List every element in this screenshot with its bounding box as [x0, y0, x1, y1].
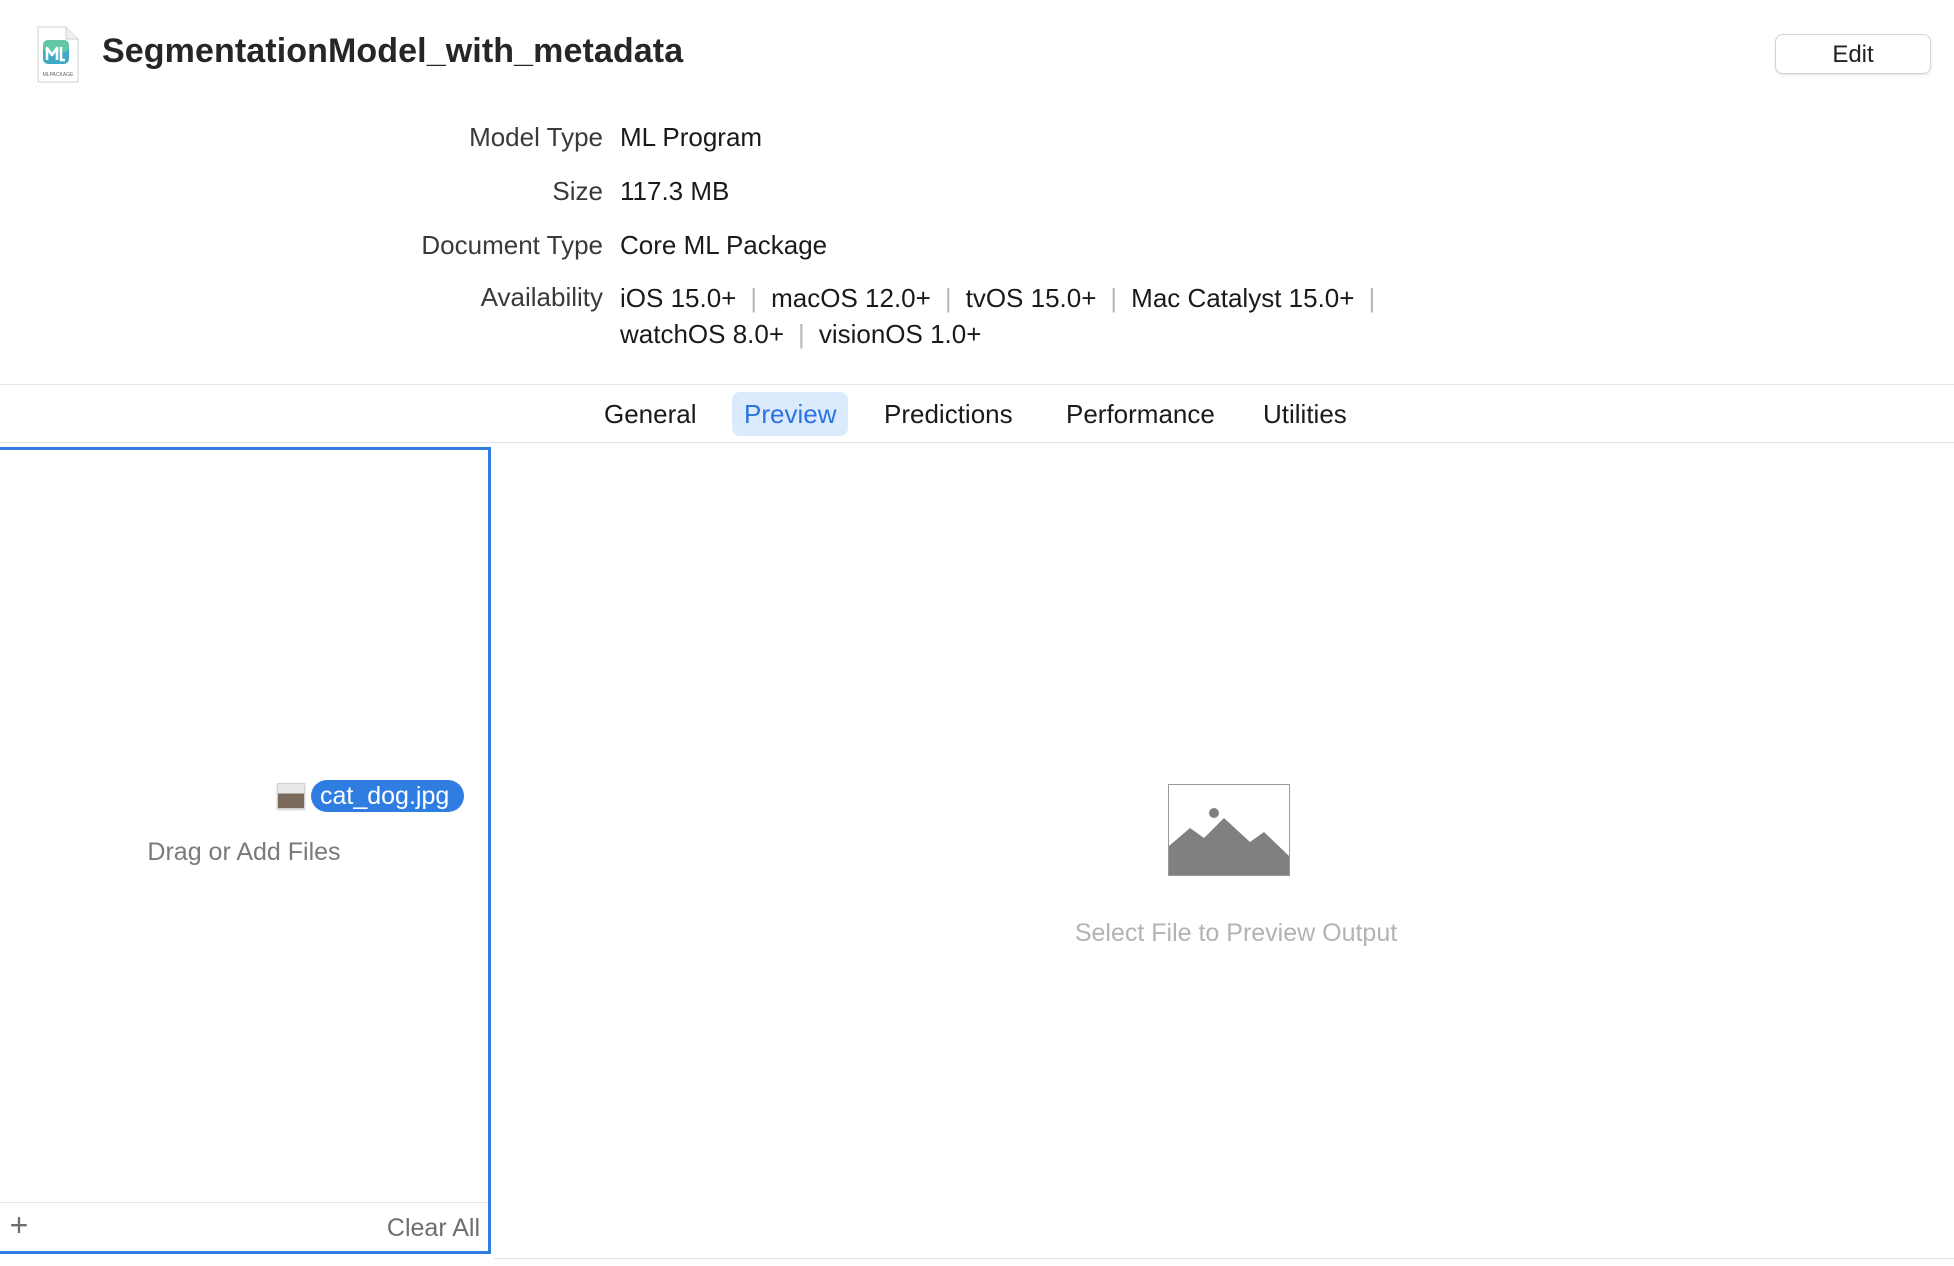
divider — [0, 384, 1954, 385]
header: MLPACKAGE SegmentationModel_with_metadat… — [0, 0, 1954, 110]
availability-line-2: watchOS 8.0+ | visionOS 1.0+ — [620, 316, 1389, 352]
platform-tvos: tvOS 15.0+ — [965, 283, 1097, 313]
model-type-value: ML Program — [620, 122, 763, 152]
availability-value: iOS 15.0+ | macOS 12.0+ | tvOS 15.0+ | Mac Cat… — [620, 280, 1389, 352]
separator: | — [1110, 283, 1118, 313]
platform-visionos: visionOS 1.0+ — [818, 319, 982, 349]
tab-predictions[interactable]: Predictions — [872, 392, 1025, 436]
divider — [0, 1202, 488, 1203]
size-label: Size — [552, 176, 603, 206]
size-value: 117.3 MB — [620, 176, 730, 206]
drop-hint: Drag or Add Files — [147, 838, 341, 866]
divider — [494, 1258, 1954, 1259]
tab-bar: General Preview Predictions Performance … — [0, 392, 1954, 438]
platform-ios: iOS 15.0+ — [620, 283, 737, 313]
document-title: SegmentationModel_with_metadata — [102, 32, 684, 70]
tab-performance[interactable]: Performance — [1054, 392, 1227, 436]
separator: | — [750, 283, 758, 313]
divider — [0, 442, 1954, 443]
tab-general[interactable]: General — [592, 392, 709, 436]
model-type-label: Model Type — [469, 122, 603, 152]
model-viewer-window: MLPACKAGE SegmentationModel_with_metadat… — [0, 0, 1954, 1266]
platform-watchos: watchOS 8.0+ — [620, 319, 785, 349]
platform-macos: macOS 12.0+ — [771, 283, 931, 313]
tab-preview[interactable]: Preview — [732, 392, 849, 436]
tab-utilities[interactable]: Utilities — [1251, 392, 1359, 436]
preview-placeholder-text: Select File to Preview Output — [1074, 919, 1398, 947]
image-thumbnail-icon — [277, 783, 305, 809]
availability-label: Availability — [480, 282, 603, 312]
dragged-file-chip[interactable]: cat_dog.jpg — [277, 779, 465, 813]
separator: | — [1368, 283, 1376, 313]
platform-mac-catalyst: Mac Catalyst 15.0+ — [1131, 283, 1355, 313]
document-type-value: Core ML Package — [620, 230, 828, 260]
file-icon-caption: MLPACKAGE — [43, 72, 74, 78]
separator: | — [798, 319, 805, 349]
clear-all-button[interactable]: Clear All — [387, 1214, 480, 1243]
dragged-file-name: cat_dog.jpg — [311, 780, 465, 812]
file-drop-zone[interactable]: cat_dog.jpg Drag or Add Files + Clear Al… — [0, 447, 491, 1254]
edit-button[interactable]: Edit — [1775, 34, 1931, 74]
separator: | — [944, 283, 952, 313]
add-file-button[interactable]: + — [6, 1209, 32, 1241]
document-type-label: Document Type — [421, 230, 603, 260]
preview-output-area: Select File to Preview Output — [494, 447, 1954, 1257]
image-placeholder-icon — [1168, 784, 1290, 876]
availability-line-1: iOS 15.0+ | macOS 12.0+ | tvOS 15.0+ | Mac Cat… — [620, 280, 1389, 316]
mlpackage-file-icon: MLPACKAGE — [37, 26, 79, 83]
